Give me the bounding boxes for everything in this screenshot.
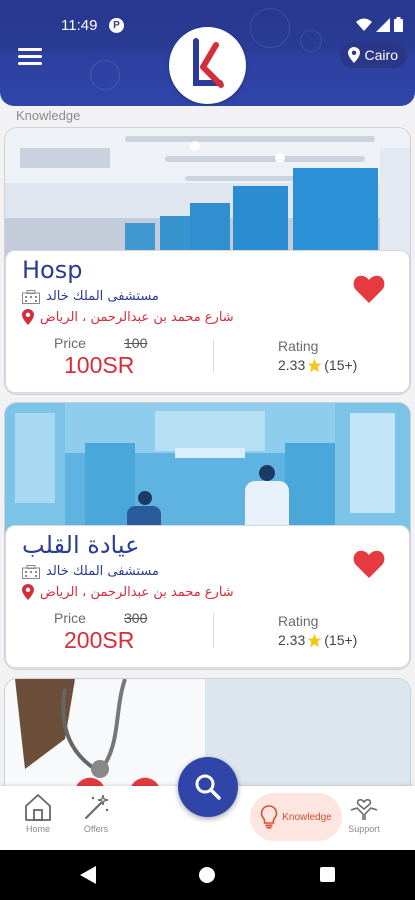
hospital-name: مستشفى الملك خالد <box>46 564 159 579</box>
nav-home-label: Home <box>25 824 50 834</box>
address-text: شارع محمد بن عبدالرحمن ، الرياض <box>40 584 234 600</box>
favorite-heart-icon[interactable] <box>353 274 385 304</box>
listing-card[interactable]: عيادة القلب مستشفى الملك خالد شارع محمد … <box>5 403 410 669</box>
location-selector[interactable]: Cairo <box>339 42 407 68</box>
listing-info-panel: Hosp مستشفى الملك خالد شارع محمد بن عبدا… <box>5 250 410 393</box>
address-row: شارع محمد بن عبدالرحمن ، الرياض <box>22 584 234 600</box>
building-icon <box>22 289 40 304</box>
system-navigation-bar <box>0 850 415 900</box>
rating-line: 2.33 (15+) <box>278 632 357 648</box>
star-icon <box>307 358 322 372</box>
location-pin-icon <box>347 47 360 63</box>
logo-mark <box>193 38 224 88</box>
system-icons <box>356 17 403 32</box>
listing-title: Hosp <box>22 256 83 284</box>
decorative-bubble <box>90 60 120 90</box>
hospital-row: مستشفى الملك خالد <box>22 289 159 304</box>
rating-value: 2.33 <box>278 357 306 373</box>
home-circle-icon[interactable] <box>199 867 215 883</box>
support-hands-icon <box>350 799 378 820</box>
recent-apps-icon[interactable] <box>320 867 335 882</box>
old-price: 100 <box>124 335 148 351</box>
listing-info-panel: عيادة القلب مستشفى الملك خالد شارع محمد … <box>5 525 410 668</box>
hospital-corridor-photo <box>5 403 410 538</box>
rating-line: 2.33 (15+) <box>278 357 357 373</box>
current-price: 100SR <box>64 352 135 378</box>
rating-label: Rating <box>278 338 319 354</box>
divider <box>213 339 214 373</box>
location-label: Cairo <box>364 47 398 63</box>
address-text: شارع محمد بن عبدالرحمن ، الرياض <box>40 309 234 325</box>
home-icon <box>25 794 51 821</box>
nav-support-label: Support <box>348 824 380 834</box>
current-price: 200SR <box>64 627 135 653</box>
nav-home[interactable]: Home <box>8 792 68 834</box>
review-count: (15+) <box>324 632 358 648</box>
nav-support[interactable]: Support <box>334 792 394 834</box>
menu-icon[interactable] <box>18 48 42 68</box>
review-count: (15+) <box>324 357 358 373</box>
nav-knowledge-label: Knowledge <box>282 811 332 823</box>
star-icon <box>307 633 322 647</box>
building-icon <box>22 564 40 579</box>
hospital-name: مستشفى الملك خالد <box>46 289 159 304</box>
status-time: 11:49 <box>61 17 98 34</box>
section-title: Knowledge <box>16 108 81 123</box>
signal-icon <box>376 17 390 32</box>
old-price: 300 <box>124 610 148 626</box>
lightbulb-icon <box>260 805 278 829</box>
location-pin-icon <box>22 309 34 325</box>
wifi-icon <box>356 18 372 31</box>
listing-title: عيادة القلب <box>22 531 140 559</box>
app-logo <box>169 27 246 104</box>
search-button[interactable] <box>178 757 238 817</box>
nav-offers[interactable]: Offers <box>66 792 126 834</box>
nav-knowledge[interactable]: Knowledge <box>250 793 342 841</box>
divider <box>213 614 214 648</box>
rating-value: 2.33 <box>278 632 306 648</box>
hospital-ward-photo <box>5 128 410 263</box>
rating-label: Rating <box>278 613 319 629</box>
address-row: شارع محمد بن عبدالرحمن ، الرياض <box>22 309 234 325</box>
price-label: Price <box>54 335 86 351</box>
location-pin-icon <box>22 584 34 600</box>
hospital-row: مستشفى الملك خالد <box>22 564 159 579</box>
price-label: Price <box>54 610 86 626</box>
magic-wand-icon <box>85 794 109 819</box>
notification-app-icon: P <box>109 18 124 33</box>
search-icon <box>195 774 221 800</box>
listing-card[interactable]: Hosp مستشفى الملك خالد شارع محمد بن عبدا… <box>5 128 410 394</box>
back-icon[interactable] <box>80 866 96 884</box>
nav-offers-label: Offers <box>83 824 109 834</box>
battery-icon <box>394 17 403 32</box>
favorite-heart-icon[interactable] <box>353 549 385 579</box>
